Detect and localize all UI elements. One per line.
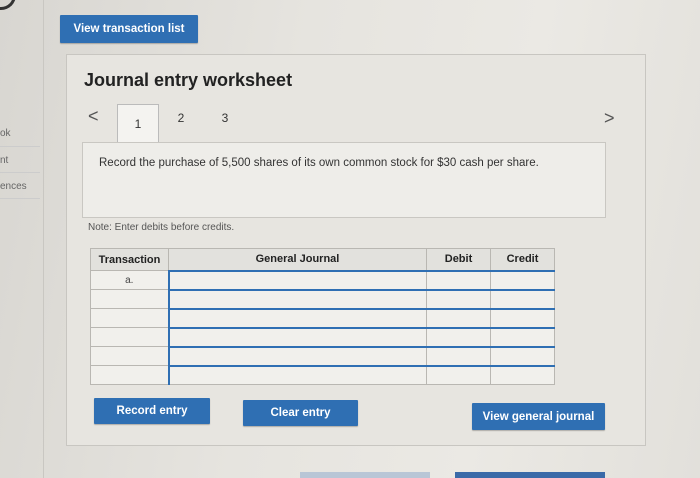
account-input[interactable]	[167, 326, 427, 347]
credit-input[interactable]	[490, 307, 555, 328]
tab-3[interactable]: 3	[214, 108, 236, 128]
transaction-cell	[90, 327, 169, 347]
clear-entry-button[interactable]: Clear entry	[243, 400, 358, 426]
table-row: a.	[90, 269, 555, 290]
transaction-cell	[90, 346, 169, 366]
column-header-general-journal: General Journal	[168, 248, 427, 271]
journal-table: Transaction General Journal Debit Credit…	[90, 248, 555, 385]
account-input[interactable]	[167, 345, 427, 366]
table-row	[90, 364, 555, 385]
transaction-cell	[90, 289, 169, 309]
account-input[interactable]	[167, 307, 427, 328]
table-row	[90, 288, 555, 309]
column-header-debit: Debit	[426, 248, 491, 271]
credit-input[interactable]	[490, 364, 555, 385]
bottom-nav-bar[interactable]	[455, 472, 605, 478]
chevron-left-icon[interactable]: <	[88, 106, 99, 127]
credit-input[interactable]	[490, 288, 555, 309]
debit-input[interactable]	[426, 364, 491, 385]
table-row	[90, 326, 555, 347]
bottom-nav-bar[interactable]	[300, 472, 430, 478]
account-input[interactable]	[167, 269, 427, 290]
debit-input[interactable]	[426, 326, 491, 347]
table-row	[90, 345, 555, 366]
column-header-credit: Credit	[490, 248, 555, 271]
transaction-cell	[90, 308, 169, 328]
debit-input[interactable]	[426, 345, 491, 366]
debit-input[interactable]	[426, 269, 491, 290]
sidebar-divider	[0, 146, 40, 147]
debit-input[interactable]	[426, 307, 491, 328]
view-general-journal-button[interactable]: View general journal	[472, 403, 605, 430]
account-input[interactable]	[167, 288, 427, 309]
debit-input[interactable]	[426, 288, 491, 309]
instruction-text: Record the purchase of 5,500 shares of i…	[99, 157, 539, 169]
sidebar-item-book[interactable]: ok	[0, 128, 11, 139]
transaction-cell	[90, 365, 169, 385]
credit-input[interactable]	[490, 269, 555, 290]
sidebar-divider	[0, 172, 40, 173]
credit-input[interactable]	[490, 345, 555, 366]
note-text: Note: Enter debits before credits.	[88, 222, 235, 233]
record-entry-button[interactable]: Record entry	[94, 398, 210, 424]
view-transaction-list-button[interactable]: View transaction list	[60, 15, 198, 43]
sidebar-item-references[interactable]: ences	[0, 181, 27, 192]
left-sidebar: ok nt ences	[0, 0, 44, 478]
chevron-right-icon[interactable]: >	[604, 108, 615, 129]
tab-2[interactable]: 2	[170, 108, 192, 128]
credit-input[interactable]	[490, 326, 555, 347]
page-title: Journal entry worksheet	[84, 70, 293, 90]
table-row	[90, 307, 555, 328]
instruction-box: Record the purchase of 5,500 shares of i…	[82, 142, 606, 218]
tab-1[interactable]: 1	[117, 104, 159, 142]
table-header-row: Transaction General Journal Debit Credit	[90, 248, 555, 271]
account-input[interactable]	[167, 364, 427, 385]
column-header-transaction: Transaction	[90, 248, 169, 271]
sidebar-item-print[interactable]: nt	[0, 155, 8, 166]
transaction-cell: a.	[90, 270, 169, 290]
sidebar-divider	[0, 198, 40, 199]
